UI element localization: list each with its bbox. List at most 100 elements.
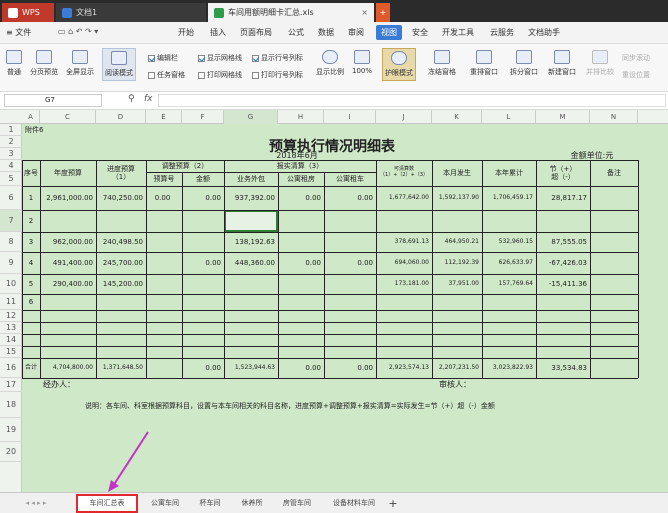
cell-seq[interactable]: 2 <box>22 210 40 232</box>
cell-progress[interactable]: 245,700.00 <box>96 252 146 274</box>
menu-cloud[interactable]: 云服务 <box>490 27 514 38</box>
zoom-100-button[interactable]: 100% <box>352 50 372 75</box>
row-header-9[interactable]: 9 <box>0 252 22 274</box>
menu-data[interactable]: 数据 <box>318 27 334 38</box>
cell-total-save[interactable]: 33,534.83 <box>536 358 590 378</box>
reading-mode-button[interactable]: 阅读模式 <box>102 48 136 81</box>
cell-year[interactable]: 1,706,459.17 <box>482 186 536 210</box>
column-header-f[interactable]: F <box>182 110 224 124</box>
cell-progress[interactable] <box>96 210 146 232</box>
cell-save[interactable] <box>536 210 590 232</box>
cell-adj_no[interactable] <box>146 210 182 232</box>
cell-rent[interactable] <box>278 232 324 252</box>
chk-editbar[interactable]: 编辑栏 <box>148 53 178 63</box>
row-header-8[interactable]: 8 <box>0 232 22 252</box>
cell-avail[interactable]: 378,691.13 <box>376 232 432 252</box>
cell-out[interactable]: 138,192.63 <box>224 232 278 252</box>
row-header-20[interactable]: 20 <box>0 442 22 462</box>
sheet-tab-3[interactable]: 杯车间 <box>190 495 230 512</box>
row-header-18[interactable]: 18 <box>0 392 22 418</box>
cell-save[interactable]: -67,426.03 <box>536 252 590 274</box>
header-rent[interactable]: 公寓租房 <box>278 172 324 186</box>
tab-active-workbook[interactable]: 车间用额明细卡汇总.xls × <box>208 3 374 22</box>
cell-total-adj_amt[interactable]: 0.00 <box>182 358 224 378</box>
cell-annual[interactable]: 962,000.00 <box>40 232 96 252</box>
cell-annual[interactable] <box>40 294 96 310</box>
cell-seq[interactable]: 1 <box>22 186 40 210</box>
cell-progress[interactable]: 740,250.00 <box>96 186 146 210</box>
new-tab-button[interactable]: + <box>376 3 390 22</box>
header-available[interactable]: 可清算数（1）+（2）+（3） <box>376 160 432 186</box>
rearrange-window-button[interactable]: 重排窗口 <box>470 50 498 77</box>
cell-save[interactable]: 28,817.17 <box>536 186 590 210</box>
cell-progress[interactable] <box>96 294 146 310</box>
cell-out[interactable]: 448,360.00 <box>224 252 278 274</box>
header-car[interactable]: 公寓租车 <box>324 172 376 186</box>
normal-view-button[interactable]: 普通 <box>6 50 22 77</box>
header-remark[interactable]: 备注 <box>590 160 638 186</box>
header-month[interactable]: 本月发生 <box>432 160 482 186</box>
cell-adj_no[interactable] <box>146 294 182 310</box>
row-header-16[interactable]: 16 <box>0 358 22 378</box>
chk-rowcol-headers[interactable]: 显示行号列标 <box>252 53 303 63</box>
tab-wps[interactable]: WPS <box>2 3 54 22</box>
cell-car[interactable] <box>324 294 376 310</box>
row-header-13[interactable]: 13 <box>0 322 22 334</box>
cell-total-rent[interactable]: 0.00 <box>278 358 324 378</box>
cell-adj_no[interactable] <box>146 252 182 274</box>
cell-avail[interactable] <box>376 294 432 310</box>
name-box[interactable]: G7 <box>4 94 102 107</box>
cell-rent[interactable] <box>278 294 324 310</box>
cell-adj_amt[interactable] <box>182 274 224 294</box>
column-header-k[interactable]: K <box>432 110 482 124</box>
cell-year[interactable]: 626,633.97 <box>482 252 536 274</box>
cell-adj_amt[interactable] <box>182 210 224 232</box>
menu-developer[interactable]: 开发工具 <box>442 27 474 38</box>
header-adjust-amount[interactable]: 金额 <box>182 172 224 186</box>
row-header-11[interactable]: 11 <box>0 294 22 310</box>
cell-adj_amt[interactable] <box>182 232 224 252</box>
cell-year[interactable]: 532,960.15 <box>482 232 536 252</box>
cell-seq[interactable]: 4 <box>22 252 40 274</box>
sheet-tab-5[interactable]: 房管车间 <box>274 495 320 512</box>
header-claim[interactable]: 报实清算（3） <box>224 160 376 172</box>
header-outsourcing[interactable]: 业务外包 <box>224 172 278 186</box>
header-annual[interactable]: 年度预算 <box>40 160 96 186</box>
cell-total-label[interactable]: 合计 <box>22 358 40 378</box>
header-seq[interactable]: 序号 <box>22 160 40 186</box>
side-by-side-button[interactable]: 并排比较 <box>586 50 614 77</box>
row-header-3[interactable]: 3 <box>0 148 22 160</box>
cell-car[interactable] <box>324 274 376 294</box>
zoom-ratio-button[interactable]: 显示比例 <box>316 50 344 77</box>
eye-protection-button[interactable]: 护眼模式 <box>382 48 416 81</box>
column-header-j[interactable]: J <box>376 110 432 124</box>
cell-annual[interactable] <box>40 210 96 232</box>
reviewer-label[interactable]: 审核人： <box>436 378 516 392</box>
worksheet-grid[interactable]: 附件6 预算执行情况明细表 2018年6月 金额单位:元 序号 年度预算 进度预算 （1）调… <box>22 124 668 492</box>
page-break-button[interactable]: 分页预览 <box>30 50 58 77</box>
cell-progress[interactable]: 145,200.00 <box>96 274 146 294</box>
tab-doc1[interactable]: 文档1 <box>56 3 206 22</box>
menu-page-layout[interactable]: 页面布局 <box>240 27 272 38</box>
row-header-15[interactable]: 15 <box>0 346 22 358</box>
cell-rent[interactable]: 0.00 <box>278 252 324 274</box>
chk-taskpane[interactable]: 任务窗格 <box>148 70 185 80</box>
cell-rent[interactable]: 0.00 <box>278 186 324 210</box>
cell-out[interactable] <box>224 294 278 310</box>
header-savings[interactable]: 节（+） 超（-） <box>536 160 590 186</box>
menu-home[interactable]: 开始 <box>178 27 194 38</box>
cell-rent[interactable] <box>278 274 324 294</box>
row-header-2[interactable]: 2 <box>0 136 22 148</box>
cell-adj_no[interactable] <box>146 274 182 294</box>
cell-progress[interactable]: 240,498.50 <box>96 232 146 252</box>
column-header-a[interactable]: A <box>22 110 40 124</box>
cell-total-car[interactable]: 0.00 <box>324 358 376 378</box>
cell-total-year[interactable]: 3,023,822.93 <box>482 358 536 378</box>
row-header-6[interactable]: 6 <box>0 186 22 210</box>
column-header-c[interactable]: C <box>40 110 96 124</box>
full-screen-button[interactable]: 全屏显示 <box>66 50 94 77</box>
menu-insert[interactable]: 插入 <box>210 27 226 38</box>
row-header-12[interactable]: 12 <box>0 310 22 322</box>
column-header-g[interactable]: G <box>224 110 278 124</box>
sheet-tab-active[interactable]: 车间汇总表 <box>76 494 138 513</box>
